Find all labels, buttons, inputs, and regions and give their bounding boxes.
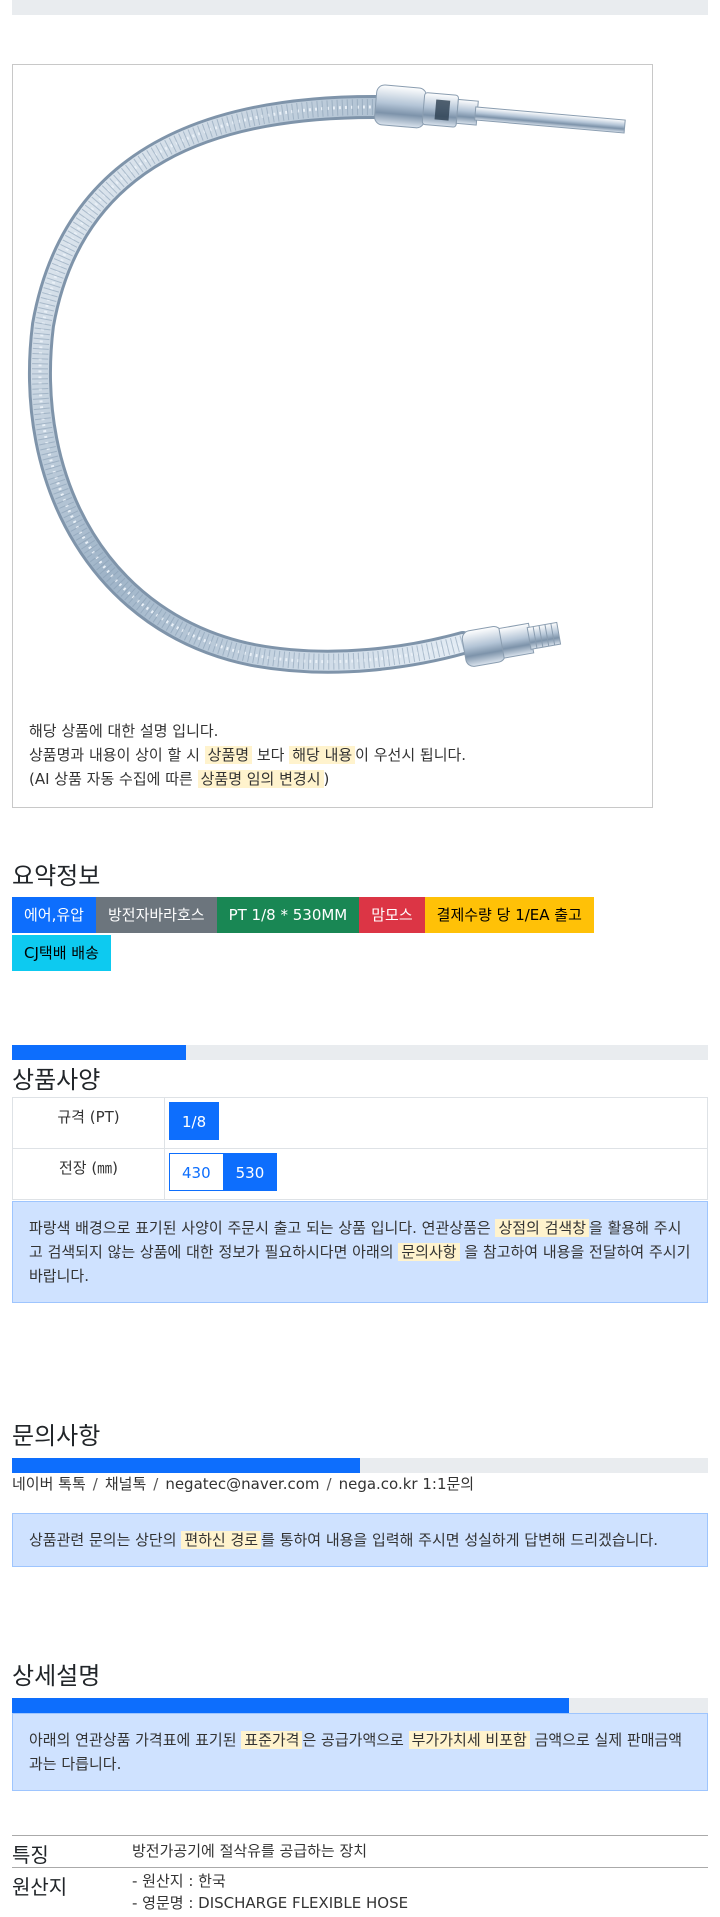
detail-title: 상세설명 [12,1662,101,1690]
spec-row-length: 전장 (㎜) 430 530 [12,1148,708,1200]
product-description: 해당 상품에 대한 설명 입니다. 상품명과 내용이 상이 할 시 상품명 보다… [29,719,466,791]
inquiry-title: 문의사항 [12,1422,101,1450]
highlight-name-change: 상품명 임의 변경시 [197,770,324,788]
option-430[interactable]: 430 [169,1153,224,1191]
separator: / [153,1475,159,1493]
highlight-vat-excluded: 부가가치세 비포함 [408,1731,530,1749]
spec-options-size: 1/8 [164,1097,708,1149]
spec-title: 상품사양 [12,1066,101,1094]
origin-key: 원산지 [12,1875,68,1899]
badge-brand: 맘모스 [359,897,425,933]
badge-shipping-qty: 결제수량 당 1/EA 출고 [424,897,594,933]
inquiry-progress [12,1458,708,1473]
badge-delivery: CJ택배 배송 [12,935,111,971]
highlight-shop-search: 상점의 검색창 [495,1219,590,1237]
contact-channel-talk[interactable]: 채널톡 [105,1475,146,1493]
contact-links: 네이버 톡톡 / 채널톡 / negatec@naver.com / nega.co.kr … [12,1473,474,1494]
highlight-channel: 편하신 경로 [181,1531,262,1549]
badge-spec: PT 1/8 * 530MM [216,897,360,933]
feature-key: 특징 [12,1843,49,1867]
badge-row-2: CJ택배 배송 [12,935,111,971]
contact-naver-talk[interactable]: 네이버 톡톡 [12,1475,86,1493]
desc-line-2: 상품명과 내용이 상이 할 시 상품명 보다 해당 내용 이 우선시 됩니다. [29,746,467,764]
badge-row-1: 에어,유압 방전자바라호스 PT 1/8 * 530MM 맘모스 결제수량 당 … [12,897,594,933]
origin-value: - 원산지 : 한국 - 영문명 : DISCHARGE FLEXIBLE HO… [132,1870,408,1914]
detail-progress-fill [12,1698,569,1713]
desc-line-3: (AI 상품 자동 수집에 따른 상품명 임의 변경시) [29,770,330,788]
feature-row-origin: 원산지 - 원산지 : 한국 - 영문명 : DISCHARGE FLEXIBL… [12,1867,708,1917]
product-image [28,84,626,674]
english-name-line: - 영문명 : DISCHARGE FLEXIBLE HOSE [132,1894,409,1912]
feature-row-feature: 특징 방전가공기에 절삭유를 공급하는 장치 [12,1835,708,1867]
spec-note: 파랑색 배경으로 표기된 사양이 주문시 출고 되는 상품 입니다. 연관상품은… [12,1201,708,1303]
top-progress-bar [12,0,708,15]
separator: / [92,1475,98,1493]
separator: / [326,1475,332,1493]
spec-options-length: 430 530 [164,1148,708,1200]
highlight-inquiry: 문의사항 [398,1243,460,1261]
option-530[interactable]: 530 [222,1153,278,1191]
origin-line: - 원산지 : 한국 [132,1872,226,1890]
option-1-8[interactable]: 1/8 [169,1102,220,1140]
desc-line-1: 해당 상품에 대한 설명 입니다. [29,722,219,740]
badge-product-type: 방전자바라호스 [95,897,217,933]
detail-note: 아래의 연관상품 가격표에 표기된 표준가격 은 공급가액으로 부가가치세 비포함… [12,1713,708,1791]
inquiry-progress-fill [12,1458,360,1473]
spec-label-size: 규격 (PT) [12,1097,165,1149]
highlight-standard-price: 표준가격 [241,1731,303,1749]
spec-progress-fill [12,1045,186,1060]
spec-label-length: 전장 (㎜) [12,1148,165,1200]
spec-row-size: 규격 (PT) 1/8 [12,1097,708,1149]
highlight-content: 해당 내용 [289,746,356,764]
highlight-product-name: 상품명 [204,746,253,764]
feature-value: 방전가공기에 절삭유를 공급하는 장치 [132,1842,368,1860]
summary-title: 요약정보 [12,862,101,890]
contact-email[interactable]: negatec@naver.com [165,1475,319,1493]
spec-progress [12,1045,708,1060]
detail-progress [12,1698,708,1713]
spec-table: 규격 (PT) 1/8 전장 (㎜) 430 530 [12,1097,708,1200]
contact-site-inquiry[interactable]: nega.co.kr 1:1문의 [339,1475,475,1493]
badge-category: 에어,유압 [12,897,96,933]
product-card: 해당 상품에 대한 설명 입니다. 상품명과 내용이 상이 할 시 상품명 보다… [12,64,653,808]
inquiry-note: 상품관련 문의는 상단의 편하신 경로 를 통하여 내용을 입력해 주시면 성실하… [12,1513,708,1567]
